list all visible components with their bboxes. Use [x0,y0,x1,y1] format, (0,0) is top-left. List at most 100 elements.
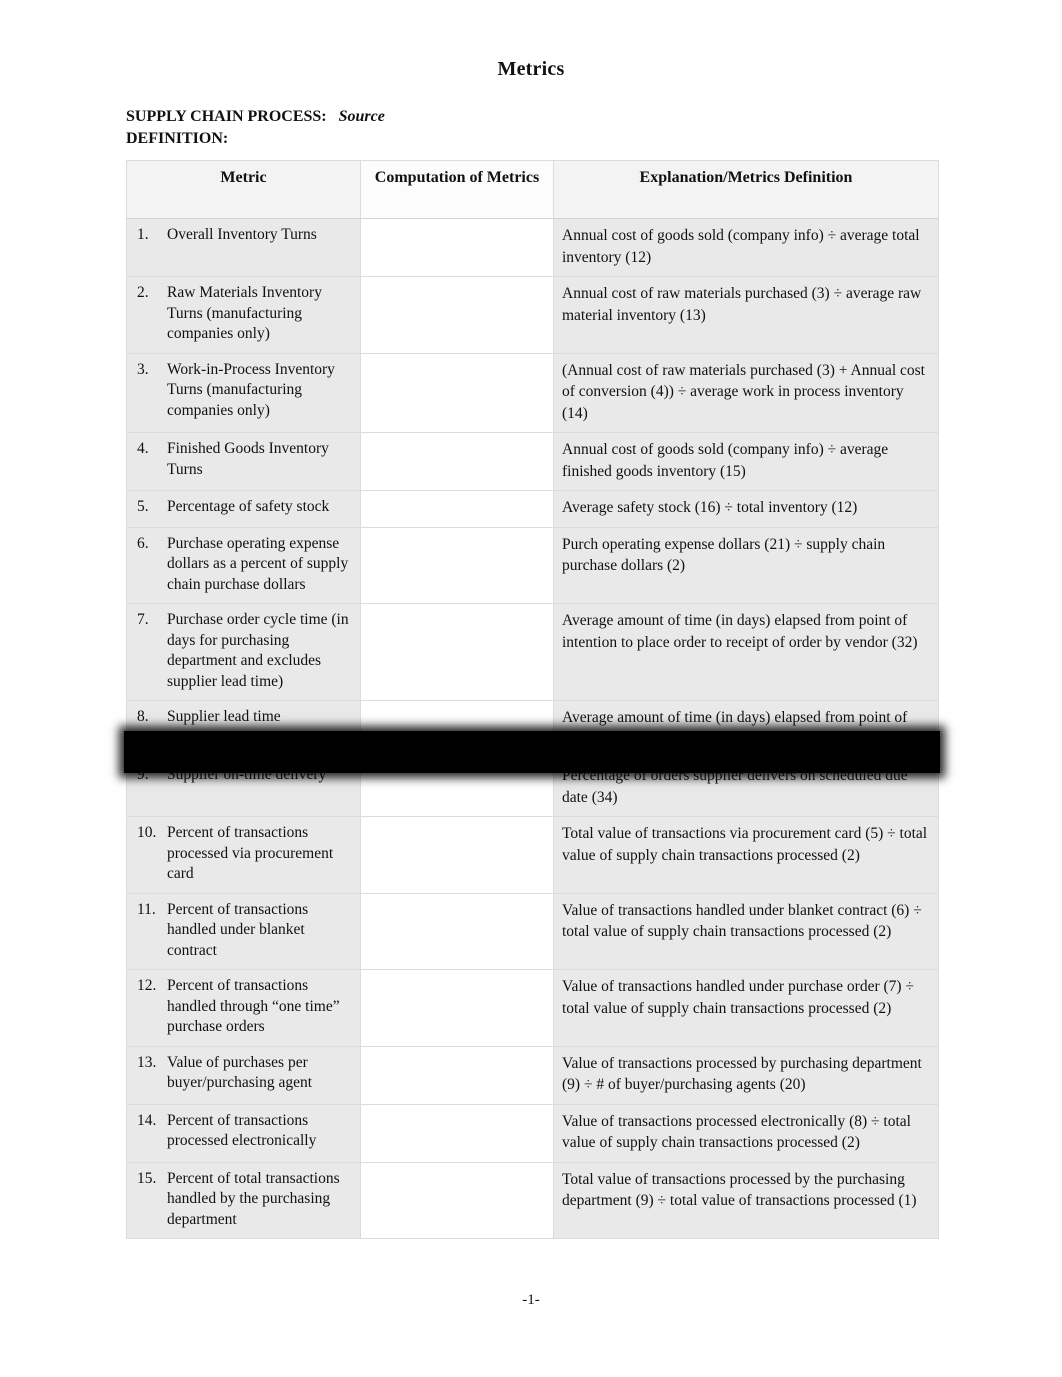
table-row: 11. Percent of transactions handled under… [126,892,939,970]
cell-metric: 7. Purchase order cycle time (in days for… [126,603,361,701]
metric-inner: 7. Purchase order cycle time (in days for… [133,610,352,692]
metric-number: 13. [137,1053,157,1071]
cell-computation [360,969,554,1047]
table-row: 10. Percent of transactions processed via… [126,816,939,894]
metric-number: 14. [137,1111,157,1129]
metric-label: Percent of transactions processed electr… [167,1111,317,1150]
table-row: 13. Value of purchases per buyer/purchasi… [126,1045,939,1105]
metric-label: Raw Materials Inventory Turns (manufactu… [167,284,322,342]
metric-inner: 12. Percent of transactions handled throu… [133,976,352,1038]
cell-metric: 6. Purchase operating expense dollars as … [126,526,361,604]
metric-number: 11. [137,900,156,918]
cell-explanation: Annual cost of raw materials purchased (… [553,276,939,354]
metric-number: 12. [137,977,157,994]
column-header-explanation: Explanation/Metrics Definition [553,160,939,219]
cell-metric: 4. Finished Goods Inventory Turns [126,432,361,491]
metric-inner: 14. Percent of transactions processed ele… [133,1111,352,1152]
metric-label: Percent of transactions handled through … [167,977,340,1035]
cell-computation [360,218,554,277]
cell-computation [360,603,554,701]
cell-explanation: Annual cost of goods sold (company info)… [553,218,939,277]
cell-explanation: Annual cost of goods sold (company info)… [553,432,939,491]
page-number: -1- [522,1292,540,1308]
metric-number: 6. [137,534,149,552]
metric-inner: 8. Supplier lead time [133,707,352,728]
metric-inner: 5. Percentage of safety stock [133,497,352,518]
cell-computation [360,1103,554,1163]
metric-label: Purchase operating expense dollars as a … [167,534,349,593]
redaction-bar [124,731,940,773]
table-row: 3. Work-in-Process Inventory Turns (manuf… [126,352,939,433]
metric-inner: 13. Value of purchases per buyer/purchasi… [133,1053,352,1094]
metric-inner: 2. Raw Materials Inventory Turns (manufac… [133,283,352,345]
metric-inner: 1. Overall Inventory Turns [133,225,352,246]
definition-label: DEFINITION: [126,130,229,147]
table-header: Metric Computation of Metrics Explanatio… [126,160,939,219]
supply-chain-process-value: Source [338,108,385,125]
supply-chain-process-line: SUPPLY CHAIN PROCESS: Source [126,106,826,128]
table-row: 1. Overall Inventory Turns Annual cost of … [126,218,939,277]
cell-explanation: Purch operating expense dollars (21) ÷ s… [553,526,939,604]
cell-explanation: (Annual cost of raw materials purchased … [553,352,939,433]
metric-number: 4. [137,440,149,457]
metric-number: 3. [137,360,149,378]
cell-explanation: Total value of transactions processed by… [553,1161,939,1239]
cell-metric: 2. Raw Materials Inventory Turns (manufac… [126,276,361,354]
cell-computation [360,816,554,894]
metric-inner: 15. Percent of total transactions handled… [133,1169,352,1231]
metric-inner: 11. Percent of transactions handled under… [133,900,352,962]
cell-computation [360,1161,554,1239]
metric-label: Percent of transactions handled under bl… [167,900,309,959]
metric-label: Work-in-Process Inventory Turns (manufac… [167,360,335,419]
cell-computation [360,432,554,491]
page-title: Metrics [497,58,565,80]
metric-inner: 4. Finished Goods Inventory Turns [133,439,352,480]
metric-number: 5. [137,498,149,515]
document-page: Metrics SUPPLY CHAIN PROCESS: Source DEFI… [0,0,1062,1377]
metric-number: 1. [137,226,149,243]
metric-number: 8. [137,708,149,725]
cell-metric: 5. Percentage of safety stock [126,490,361,528]
table-row: 5. Percentage of safety stock Average safe… [126,490,939,528]
cell-computation [360,1045,554,1105]
table-row: 12. Percent of transactions handled throu… [126,969,939,1047]
table-row: 4. Finished Goods Inventory Turns Annual c… [126,432,939,491]
metric-inner: 10. Percent of transactions processed via… [133,823,352,885]
cell-explanation: Value of transactions handled under purc… [553,969,939,1047]
metric-label: Percentage of safety stock [167,498,330,515]
cell-explanation: Average amount of time (in days) elapsed… [553,603,939,701]
metric-inner: 3. Work-in-Process Inventory Turns (manuf… [133,360,352,422]
metric-label: Supplier lead time [167,708,281,725]
cell-metric: 14. Percent of transactions processed ele… [126,1103,361,1163]
cell-computation [360,526,554,604]
metric-label: Percent of total transactions handled by… [167,1169,340,1228]
metric-number: 2. [137,284,149,301]
metric-label: Value of purchases per buyer/purchasing … [167,1053,313,1092]
metric-number: 15. [137,1169,157,1187]
cell-metric: 11. Percent of transactions handled under… [126,892,361,970]
heading-block: SUPPLY CHAIN PROCESS: Source DEFINITION: [126,106,826,150]
cell-explanation: Total value of transactions via procurem… [553,816,939,894]
cell-metric: 13. Value of purchases per buyer/purchasi… [126,1045,361,1105]
cell-metric: 1. Overall Inventory Turns [126,218,361,277]
table-row: 15. Percent of total transactions handled… [126,1161,939,1239]
cell-explanation: Value of transactions processed electron… [553,1103,939,1163]
metric-label: Purchase order cycle time (in days for p… [167,611,349,690]
column-header-metric: Metric [126,160,361,219]
table-row: 7. Purchase order cycle time (in days for… [126,603,939,701]
metric-number: 7. [137,611,149,628]
cell-computation [360,490,554,528]
metric-label: Overall Inventory Turns [167,226,317,243]
cell-metric: 15. Percent of total transactions handled… [126,1161,361,1239]
cell-explanation: Average safety stock (16) ÷ total invent… [553,490,939,528]
metric-label: Percent of transactions processed via pr… [167,824,334,882]
cell-explanation: Value of transactions handled under blan… [553,892,939,970]
table-row: 2. Raw Materials Inventory Turns (manufac… [126,276,939,354]
cell-explanation: Value of transactions processed by purch… [553,1045,939,1105]
table-header-row: Metric Computation of Metrics Explanatio… [126,160,939,219]
cell-computation [360,352,554,433]
metric-label: Finished Goods Inventory Turns [167,440,329,478]
table-row: 6. Purchase operating expense dollars as … [126,526,939,604]
cell-metric: 3. Work-in-Process Inventory Turns (manuf… [126,352,361,433]
cell-computation [360,892,554,970]
